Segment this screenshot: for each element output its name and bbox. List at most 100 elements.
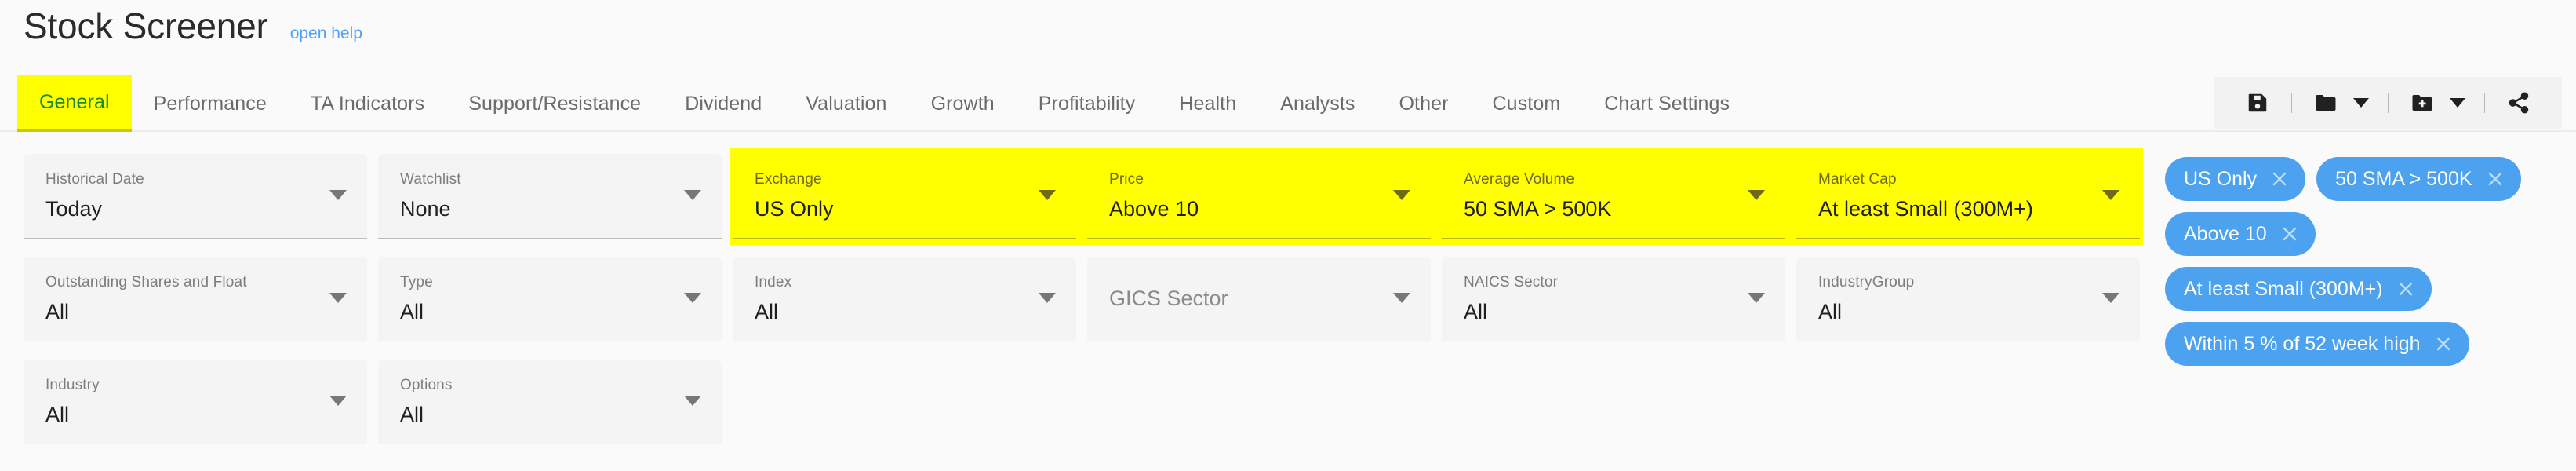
filter-field-value: All: [400, 300, 424, 323]
filter-field-index[interactable]: Index All: [733, 257, 1076, 341]
stock-screener-page: Stock Screener open help General Performa…: [0, 0, 2576, 471]
filter-field-value: All: [45, 403, 70, 426]
folder-plus-new-icon: [2410, 91, 2435, 115]
remove-filter-chip-icon[interactable]: [2279, 224, 2300, 244]
folder-open-icon: [2313, 91, 2338, 115]
filter-field-value: All: [1464, 300, 1488, 323]
open-screener-button[interactable]: [2305, 84, 2347, 122]
tab-other[interactable]: Other: [1377, 75, 1471, 132]
filter-field-label: IndustryGroup: [1818, 274, 1915, 290]
tab-list: General Performance TA Indicators Support/R…: [17, 75, 1752, 132]
toolbar-divider-1: [2291, 93, 2292, 113]
remove-filter-chip-icon[interactable]: [2485, 169, 2505, 189]
open-help-link[interactable]: open help: [290, 24, 362, 43]
filter-row: Outstanding Shares and Float All Type All In…: [24, 257, 2140, 341]
filter-field-type[interactable]: Type All: [378, 257, 722, 341]
chevron-down-icon[interactable]: [684, 190, 701, 200]
new-screener-button[interactable]: [2401, 84, 2443, 122]
chevron-down-icon: [2449, 97, 2466, 108]
chevron-down-icon[interactable]: [2102, 293, 2119, 303]
tab-label: Health: [1179, 92, 1237, 115]
filter-field-naics-sector[interactable]: NAICS Sector All: [1442, 257, 1785, 341]
remove-filter-chip-icon[interactable]: [2433, 334, 2454, 354]
tab-support-resistance[interactable]: Support/Resistance: [446, 75, 663, 132]
tab-profitability[interactable]: Profitability: [1017, 75, 1158, 132]
filter-field-label: Outstanding Shares and Float: [45, 274, 247, 290]
filter-chip[interactable]: Within 5 % of 52 week high: [2165, 322, 2469, 366]
remove-filter-chip-icon[interactable]: [2269, 169, 2290, 189]
filter-chip-label: 50 SMA > 500K: [2335, 167, 2472, 190]
chevron-down-icon[interactable]: [1748, 190, 1765, 200]
tab-chart-settings[interactable]: Chart Settings: [1582, 75, 1752, 132]
filter-field-label: Index: [755, 274, 792, 290]
chevron-down-icon[interactable]: [2102, 190, 2119, 200]
chevron-down-icon[interactable]: [329, 396, 347, 406]
tab-label: General: [39, 90, 110, 113]
new-screener-dropdown[interactable]: [2443, 84, 2472, 122]
filter-field-gics-sector[interactable]: GICS Sector: [1087, 257, 1431, 341]
filter-field-label: Market Cap: [1818, 171, 1897, 188]
tab-health[interactable]: Health: [1157, 75, 1258, 132]
filter-row: Historical Date Today Watchlist None Exchang…: [24, 154, 2140, 239]
save-screener-button[interactable]: [2236, 84, 2279, 122]
filter-field-outstanding-shares-and-float[interactable]: Outstanding Shares and Float All: [24, 257, 367, 341]
tab-bar: General Performance TA Indicators Support/R…: [0, 75, 2576, 132]
tab-growth[interactable]: Growth: [909, 75, 1017, 132]
chevron-down-icon[interactable]: [684, 293, 701, 303]
filter-chip[interactable]: US Only: [2165, 157, 2306, 201]
tab-dividend[interactable]: Dividend: [663, 75, 784, 132]
filter-field-label: Options: [400, 377, 453, 393]
remove-filter-chip-icon[interactable]: [2396, 279, 2416, 299]
share-screener-button[interactable]: [2498, 84, 2540, 122]
tab-custom[interactable]: Custom: [1471, 75, 1583, 132]
filter-field-industrygroup[interactable]: IndustryGroup All: [1796, 257, 2140, 341]
page-title: Stock Screener: [24, 5, 268, 46]
filter-field-value: None: [400, 197, 451, 221]
filter-field-market-cap[interactable]: Market Cap At least Small (300M+): [1796, 154, 2140, 239]
tab-label: Custom: [1492, 92, 1561, 115]
filter-grid: Historical Date Today Watchlist None Exchang…: [24, 154, 2140, 462]
filter-field-value: 50 SMA > 500K: [1464, 197, 1612, 221]
filter-field-label: Type: [400, 274, 433, 290]
chevron-down-icon[interactable]: [1393, 190, 1410, 200]
chevron-down-icon[interactable]: [1393, 293, 1410, 303]
filter-field-industry[interactable]: Industry All: [24, 360, 367, 444]
open-screener-dropdown[interactable]: [2347, 84, 2375, 122]
chevron-down-icon[interactable]: [1039, 190, 1056, 200]
chevron-down-icon[interactable]: [1039, 293, 1056, 303]
filter-field-historical-date[interactable]: Historical Date Today: [24, 154, 367, 239]
tab-label: Dividend: [685, 92, 762, 115]
tab-general[interactable]: General: [17, 75, 132, 132]
filter-field-label: Watchlist: [400, 171, 461, 188]
filter-field-value: At least Small (300M+): [1818, 197, 2033, 221]
filter-field-value: All: [755, 300, 779, 323]
filter-field-label: Industry: [45, 377, 100, 393]
chevron-down-icon[interactable]: [329, 293, 347, 303]
filter-chip-label: Within 5 % of 52 week high: [2184, 332, 2421, 355]
toolbar-divider-3: [2484, 93, 2485, 113]
tab-ta-indicators[interactable]: TA Indicators: [289, 75, 446, 132]
chevron-down-icon: [2352, 97, 2370, 108]
filter-field-average-volume[interactable]: Average Volume 50 SMA > 500K: [1442, 154, 1785, 239]
filter-field-price[interactable]: Price Above 10: [1087, 154, 1431, 239]
tab-label: Performance: [153, 92, 267, 115]
tab-analysts[interactable]: Analysts: [1258, 75, 1377, 132]
filter-field-label: Exchange: [755, 171, 822, 188]
tab-label: Profitability: [1038, 92, 1136, 115]
tab-valuation[interactable]: Valuation: [784, 75, 908, 132]
tab-performance[interactable]: Performance: [132, 75, 289, 132]
filter-field-exchange[interactable]: Exchange US Only: [733, 154, 1076, 239]
active-filter-chips: US Only 50 SMA > 500K Above 10 At least Sma…: [2165, 157, 2565, 366]
filter-field-options[interactable]: Options All: [378, 360, 722, 444]
floppy-disk-save-icon: [2246, 91, 2269, 115]
chevron-down-icon[interactable]: [684, 396, 701, 406]
filter-field-value: All: [400, 403, 424, 426]
filter-field-watchlist[interactable]: Watchlist None: [378, 154, 722, 239]
chevron-down-icon[interactable]: [1748, 293, 1765, 303]
filter-chip[interactable]: 50 SMA > 500K: [2316, 157, 2521, 201]
filter-chip[interactable]: At least Small (300M+): [2165, 267, 2432, 311]
filter-chip[interactable]: Above 10: [2165, 212, 2316, 256]
chevron-down-icon[interactable]: [329, 190, 347, 200]
filter-field-label: Historical Date: [45, 171, 144, 188]
filter-chip-label: Above 10: [2184, 222, 2267, 245]
